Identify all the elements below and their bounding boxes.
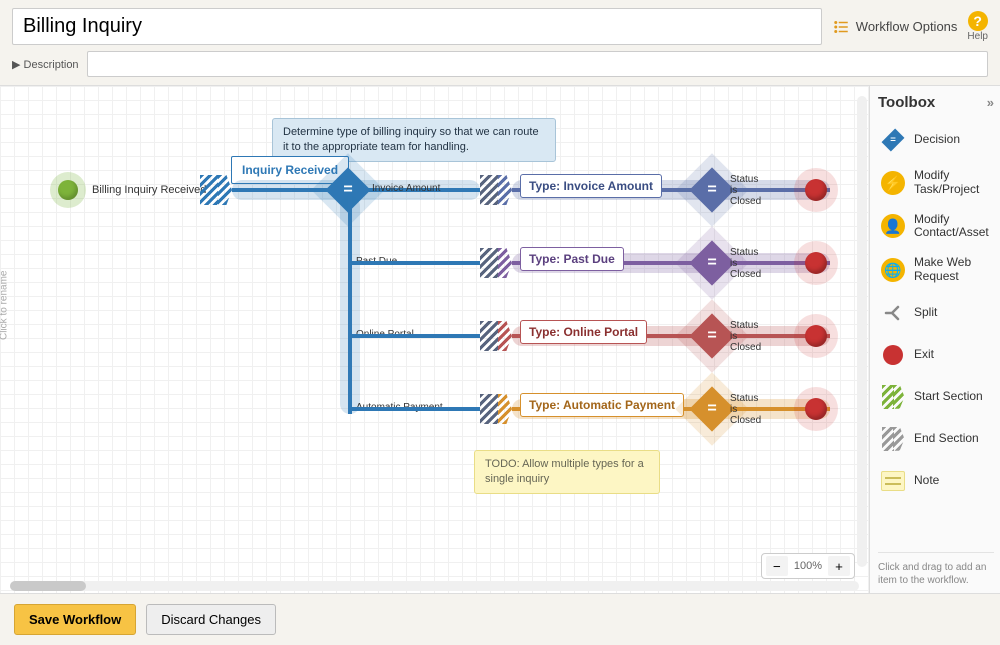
workflow-options-button[interactable]: Workflow Options bbox=[832, 18, 958, 36]
toolbox-item-label: Exit bbox=[914, 348, 934, 362]
lane-chip[interactable]: Type: Automatic Payment bbox=[520, 393, 684, 417]
toolbox-item-decision[interactable]: = Decision bbox=[878, 121, 994, 159]
toolbox-item-label: End Section bbox=[914, 432, 979, 446]
toolbox-collapse-button[interactable]: » bbox=[987, 95, 994, 110]
toolbox-heading: Toolbox bbox=[878, 94, 935, 111]
exit-node[interactable] bbox=[794, 241, 838, 285]
person-icon: 👤 bbox=[881, 214, 905, 238]
toolbox-panel: Toolbox » = Decision ⚡ Modify Task/Proje… bbox=[870, 86, 1000, 593]
lane-chip[interactable]: Type: Past Due bbox=[520, 247, 624, 271]
toolbox-item-label: Modify Contact/Asset bbox=[914, 213, 992, 241]
toolbox-item-label: Decision bbox=[914, 133, 960, 147]
decision-icon: = bbox=[885, 129, 901, 151]
section-start-marker[interactable] bbox=[200, 175, 218, 205]
equals-icon: = bbox=[694, 245, 730, 281]
exit-dot-icon bbox=[805, 179, 827, 201]
note-todo[interactable]: TODO: Allow multiple types for a single … bbox=[474, 450, 660, 494]
status-label: Status is Closed bbox=[730, 174, 761, 207]
decision-node[interactable]: = bbox=[694, 391, 730, 427]
status-label: Status is Closed bbox=[730, 393, 761, 426]
help-label: Help bbox=[967, 31, 988, 42]
section-arrow-icon bbox=[498, 394, 512, 424]
exit-node[interactable] bbox=[794, 314, 838, 358]
globe-icon: 🌐 bbox=[881, 258, 905, 282]
toolbox-item-end-section[interactable]: End Section bbox=[878, 420, 994, 458]
exit-node[interactable] bbox=[794, 387, 838, 431]
toolbox-item-modify-task[interactable]: ⚡ Modify Task/Project bbox=[878, 163, 994, 203]
chevron-right-icon: ▶ bbox=[12, 59, 20, 71]
workflow-canvas[interactable]: Click to rename Determine type of billin… bbox=[0, 86, 870, 593]
section-arrow-icon bbox=[498, 248, 512, 278]
start-dot-icon bbox=[58, 180, 78, 200]
zoom-control: − 100% + bbox=[761, 553, 855, 579]
section-arrow-icon bbox=[498, 175, 512, 205]
description-input[interactable] bbox=[87, 51, 988, 77]
decision-node[interactable]: = bbox=[694, 245, 730, 281]
exit-dot-icon bbox=[805, 398, 827, 420]
equals-icon: = bbox=[694, 391, 730, 427]
description-label: Description bbox=[24, 59, 79, 71]
decision-node[interactable]: = bbox=[694, 172, 730, 208]
start-section-icon bbox=[882, 385, 894, 409]
lane-chip[interactable]: Type: Invoice Amount bbox=[520, 174, 662, 198]
lane-chip[interactable]: Type: Online Portal bbox=[520, 320, 647, 344]
canvas-vscroll[interactable] bbox=[857, 96, 867, 567]
hscroll-thumb[interactable] bbox=[10, 581, 86, 591]
help-button[interactable]: ? Help bbox=[967, 11, 988, 42]
exit-node[interactable] bbox=[794, 168, 838, 212]
exit-icon bbox=[883, 345, 903, 365]
decision-node[interactable]: = bbox=[694, 318, 730, 354]
toolbox-item-modify-contact[interactable]: 👤 Modify Contact/Asset bbox=[878, 207, 994, 247]
workflow-options-label: Workflow Options bbox=[856, 19, 958, 34]
toolbox-item-label: Start Section bbox=[914, 390, 983, 404]
end-section-icon bbox=[882, 427, 894, 451]
equals-icon: = bbox=[694, 318, 730, 354]
toolbox-item-split[interactable]: Split bbox=[878, 294, 994, 332]
toolbox-item-web-request[interactable]: 🌐 Make Web Request bbox=[878, 250, 994, 290]
exit-dot-icon bbox=[805, 252, 827, 274]
split-icon bbox=[880, 300, 906, 326]
vertical-line bbox=[348, 196, 352, 414]
note-icon bbox=[881, 471, 905, 491]
section-start-icon bbox=[480, 248, 498, 278]
section-arrow-icon bbox=[498, 321, 512, 351]
zoom-in-button[interactable]: + bbox=[828, 556, 850, 576]
description-toggle[interactable]: ▶ Description bbox=[12, 58, 79, 71]
section-start-arrow-icon bbox=[218, 175, 232, 205]
zoom-out-button[interactable]: − bbox=[766, 556, 788, 576]
section-start-icon bbox=[480, 394, 498, 424]
section-start-icon bbox=[480, 321, 498, 351]
toolbox-item-label: Note bbox=[914, 474, 939, 488]
start-label: Billing Inquiry Received bbox=[92, 184, 206, 196]
exit-dot-icon bbox=[805, 325, 827, 347]
canvas-hscroll[interactable] bbox=[10, 581, 859, 591]
list-icon bbox=[832, 18, 850, 36]
branch-label: Invoice Amount bbox=[372, 183, 440, 194]
start-node[interactable] bbox=[50, 172, 86, 208]
toolbox-item-start-section[interactable]: Start Section bbox=[878, 378, 994, 416]
toolbox-item-label: Split bbox=[914, 306, 937, 320]
workflow-title-input[interactable] bbox=[12, 8, 822, 45]
discard-changes-button[interactable]: Discard Changes bbox=[146, 604, 276, 635]
toolbox-item-label: Modify Task/Project bbox=[914, 169, 992, 197]
section-start-icon bbox=[480, 175, 498, 205]
status-label: Status is Closed bbox=[730, 247, 761, 280]
status-label: Status is Closed bbox=[730, 320, 761, 353]
lightning-icon: ⚡ bbox=[881, 171, 905, 195]
zoom-level: 100% bbox=[792, 560, 824, 572]
help-icon: ? bbox=[968, 11, 988, 31]
toolbox-hint: Click and drag to add an item to the wor… bbox=[878, 552, 994, 587]
toolbox-item-exit[interactable]: Exit bbox=[878, 336, 994, 374]
save-workflow-button[interactable]: Save Workflow bbox=[14, 604, 136, 635]
toolbox-item-label: Make Web Request bbox=[914, 256, 992, 284]
toolbox-item-note[interactable]: Note bbox=[878, 462, 994, 500]
equals-icon: = bbox=[694, 172, 730, 208]
